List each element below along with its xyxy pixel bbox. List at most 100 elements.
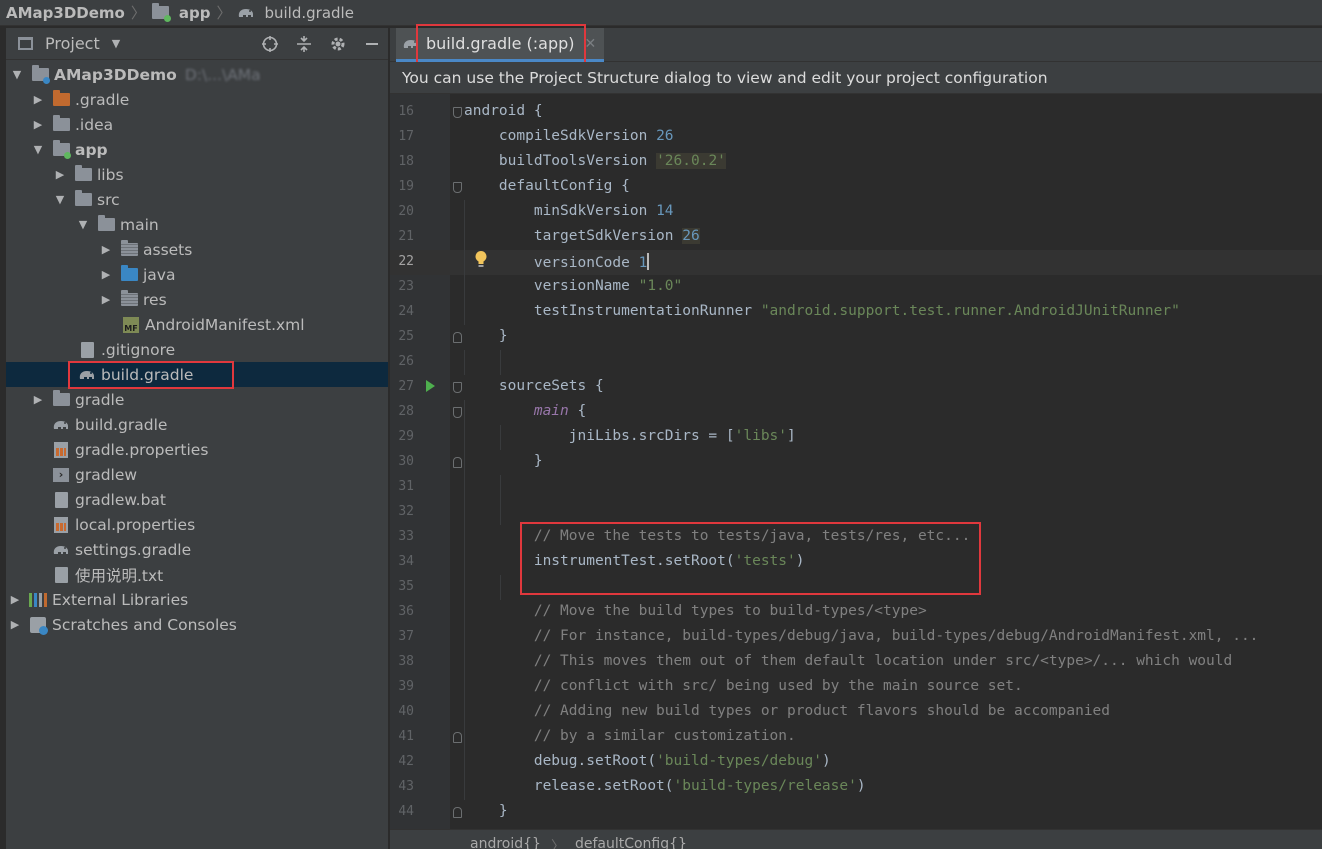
- folder-icon: [52, 390, 70, 408]
- fold-marker-icon[interactable]: [453, 382, 462, 393]
- tree-node-gradle-properties[interactable]: gradle.properties: [6, 437, 388, 462]
- code-line[interactable]: 30 }: [390, 450, 1322, 475]
- expand-arrow-icon[interactable]: ▶: [7, 592, 23, 608]
- expand-arrow-icon[interactable]: ▶: [7, 617, 23, 633]
- code-line[interactable]: 16 android {: [390, 100, 1322, 125]
- tree-node-external-libraries[interactable]: ▶ External Libraries: [6, 587, 388, 612]
- expand-arrow-icon[interactable]: ▼: [30, 142, 46, 158]
- tree-node-scratches[interactable]: ▶ Scratches and Consoles: [6, 612, 388, 637]
- tree-node-libs[interactable]: ▶ libs: [6, 162, 388, 187]
- code-line[interactable]: 25 }: [390, 325, 1322, 350]
- code-line[interactable]: 27 sourceSets {: [390, 375, 1322, 400]
- tree-node-gitignore[interactable]: .gitignore: [6, 337, 388, 362]
- expand-arrow-icon[interactable]: ▶: [30, 117, 46, 133]
- code-line[interactable]: 19 defaultConfig {: [390, 175, 1322, 200]
- tree-node-java[interactable]: ▶ java: [6, 262, 388, 287]
- tab-build-gradle-app[interactable]: build.gradle (:app) ✕: [396, 28, 605, 62]
- minimize-icon[interactable]: [362, 34, 382, 54]
- tree-node-assets[interactable]: ▶ assets: [6, 237, 388, 262]
- line-number: 31: [398, 479, 414, 494]
- expand-arrow-icon[interactable]: ▶: [52, 167, 68, 183]
- fold-marker-icon[interactable]: [453, 332, 462, 343]
- tree-node-gradlew-bat[interactable]: gradlew.bat: [6, 487, 388, 512]
- code-line[interactable]: 23 versionName "1.0": [390, 275, 1322, 300]
- tree-node-app-build-gradle[interactable]: build.gradle: [6, 362, 388, 387]
- expand-arrow-icon[interactable]: ▼: [52, 192, 68, 208]
- fold-marker-icon[interactable]: [453, 182, 462, 193]
- code-editor[interactable]: 16 android {17 compileSdkVersion 26 18 bui…: [390, 94, 1322, 829]
- code-line[interactable]: 34 instrumentTest.setRoot('tests'): [390, 550, 1322, 575]
- tree-node-gradle-folder[interactable]: ▶ gradle: [6, 387, 388, 412]
- code-line[interactable]: 44 }: [390, 800, 1322, 825]
- locate-target-icon[interactable]: [260, 34, 280, 54]
- fold-marker-icon[interactable]: [453, 807, 462, 818]
- fold-marker-icon[interactable]: [453, 732, 462, 743]
- text-caret: [647, 253, 650, 270]
- run-gutter-icon[interactable]: [426, 380, 435, 392]
- project-panel-title: Project: [45, 34, 100, 53]
- breadcrumb-item-module[interactable]: app: [152, 3, 210, 22]
- expand-arrow-icon[interactable]: ▼: [75, 217, 91, 233]
- tree-node-main[interactable]: ▼ main: [6, 212, 388, 237]
- tree-node-res[interactable]: ▶ res: [6, 287, 388, 312]
- code-line[interactable]: 41 // by a similar customization.: [390, 725, 1322, 750]
- editor-crumb-android[interactable]: android{}: [470, 836, 541, 849]
- project-view-selector[interactable]: Project ▼: [16, 34, 120, 53]
- code-line[interactable]: 38 // This moves them out of them defaul…: [390, 650, 1322, 675]
- code-line[interactable]: 28 main {: [390, 400, 1322, 425]
- fold-marker-icon[interactable]: [453, 407, 462, 418]
- code-line[interactable]: 21 targetSdkVersion 26: [390, 225, 1322, 250]
- code-line[interactable]: 35: [390, 575, 1322, 600]
- code-line[interactable]: 24 testInstrumentationRunner "android.su…: [390, 300, 1322, 325]
- editor-crumb-defaultconfig[interactable]: defaultConfig{}: [575, 836, 687, 849]
- code-line[interactable]: 18 buildToolsVersion '26.0.2': [390, 150, 1322, 175]
- breadcrumb: AMap3DDemo 〉 app 〉 build.gradle: [0, 0, 1322, 26]
- expand-arrow-icon[interactable]: ▼: [9, 67, 25, 83]
- fold-marker-icon[interactable]: [453, 107, 462, 118]
- indent-guide: [500, 475, 501, 500]
- close-icon[interactable]: ✕: [585, 36, 597, 52]
- code-line[interactable]: 20 minSdkVersion 14: [390, 200, 1322, 225]
- tree-node-idea[interactable]: ▶ .idea: [6, 112, 388, 137]
- breadcrumb-item-project[interactable]: AMap3DDemo: [2, 4, 125, 22]
- code-line[interactable]: 33 // Move the tests to tests/java, test…: [390, 525, 1322, 550]
- code-line[interactable]: 17 compileSdkVersion 26: [390, 125, 1322, 150]
- module-folder-icon: [31, 65, 50, 84]
- code-line[interactable]: 39 // conflict with src/ being used by t…: [390, 675, 1322, 700]
- code-text: release.setRoot('build-types/release'): [464, 778, 866, 794]
- expand-arrow-icon[interactable]: ▶: [98, 267, 114, 283]
- tree-node-dot-gradle[interactable]: ▶ .gradle: [6, 87, 388, 112]
- tree-node-root-build-gradle[interactable]: build.gradle: [6, 412, 388, 437]
- code-line[interactable]: 42 debug.setRoot('build-types/debug'): [390, 750, 1322, 775]
- code-text: // by a similar customization.: [533, 728, 796, 744]
- source-folder-icon: [120, 265, 138, 283]
- code-line[interactable]: 36 // Move the build types to build-type…: [390, 600, 1322, 625]
- tree-node-gradlew[interactable]: › gradlew: [6, 462, 388, 487]
- code-line[interactable]: 32: [390, 500, 1322, 525]
- code-line[interactable]: 29 jniLibs.srcDirs = ['libs']: [390, 425, 1322, 450]
- tree-node-readme-txt[interactable]: 使用说明.txt: [6, 562, 388, 587]
- gear-icon[interactable]: [328, 34, 348, 54]
- expand-arrow-icon[interactable]: ▶: [98, 292, 114, 308]
- code-line[interactable]: 22 versionCode 1: [390, 250, 1322, 275]
- expand-arrow-icon[interactable]: ▶: [98, 242, 114, 258]
- fold-marker-icon[interactable]: [453, 457, 462, 468]
- tree-node-android-manifest[interactable]: MF AndroidManifest.xml: [6, 312, 388, 337]
- tree-node-settings-gradle[interactable]: settings.gradle: [6, 537, 388, 562]
- tree-node-app[interactable]: ▼ app: [6, 137, 388, 162]
- tree-node-project-root[interactable]: ▼ AMap3DDemo D:\...\AMa: [6, 62, 388, 87]
- code-line[interactable]: 37 // For instance, build-types/debug/ja…: [390, 625, 1322, 650]
- expand-arrow-icon[interactable]: ▶: [30, 392, 46, 408]
- code-line[interactable]: 43 release.setRoot('build-types/release'…: [390, 775, 1322, 800]
- tree-node-local-properties[interactable]: local.properties: [6, 512, 388, 537]
- expand-arrow-icon[interactable]: ▶: [30, 92, 46, 108]
- code-line[interactable]: 31: [390, 475, 1322, 500]
- code-text: targetSdkVersion 26: [464, 228, 700, 244]
- line-number: 41: [398, 729, 414, 744]
- lightbulb-icon[interactable]: [474, 250, 488, 268]
- breadcrumb-item-file[interactable]: build.gradle: [237, 4, 354, 22]
- code-line[interactable]: 40 // Adding new build types or product …: [390, 700, 1322, 725]
- tree-node-src[interactable]: ▼ src: [6, 187, 388, 212]
- collapse-all-icon[interactable]: [294, 34, 314, 54]
- code-line[interactable]: 26: [390, 350, 1322, 375]
